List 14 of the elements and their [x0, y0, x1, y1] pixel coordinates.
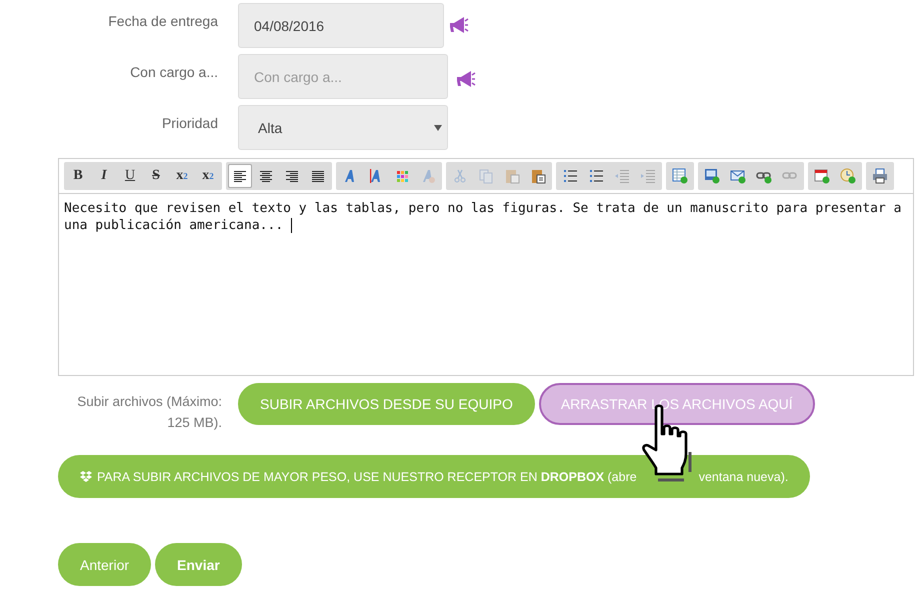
priority-select[interactable]: Alta	[238, 105, 448, 150]
format-button[interactable]: S	[144, 164, 168, 188]
field-label: Prioridad	[160, 114, 218, 131]
input-field[interactable]: Con cargo a...	[238, 54, 448, 99]
format-button[interactable]: I	[92, 164, 116, 188]
dropbox-text: PARA SUBIR ARCHIVOS DE MAYOR PESO, USE NUESTRO RECEPTOR EN DROPBOX (abre	[97, 470, 637, 484]
format-button[interactable]: U	[118, 164, 142, 188]
format-button[interactable]: B	[66, 164, 90, 188]
editor-text: Necesito que revisen el texto y las tablas, pero no las figuras. Se trata de un manuscrito para presentar a una publicación americana...	[63, 200, 902, 235]
upload-label: Subir archivos (Máximo: 125 MB).	[76, 393, 222, 432]
dropbox-text: ventana nueva).	[698, 470, 788, 484]
field-label: Fecha de entrega	[107, 12, 218, 29]
field-label: Con cargo a...	[129, 63, 218, 80]
input-field[interactable]: 04/08/2016	[238, 3, 444, 48]
